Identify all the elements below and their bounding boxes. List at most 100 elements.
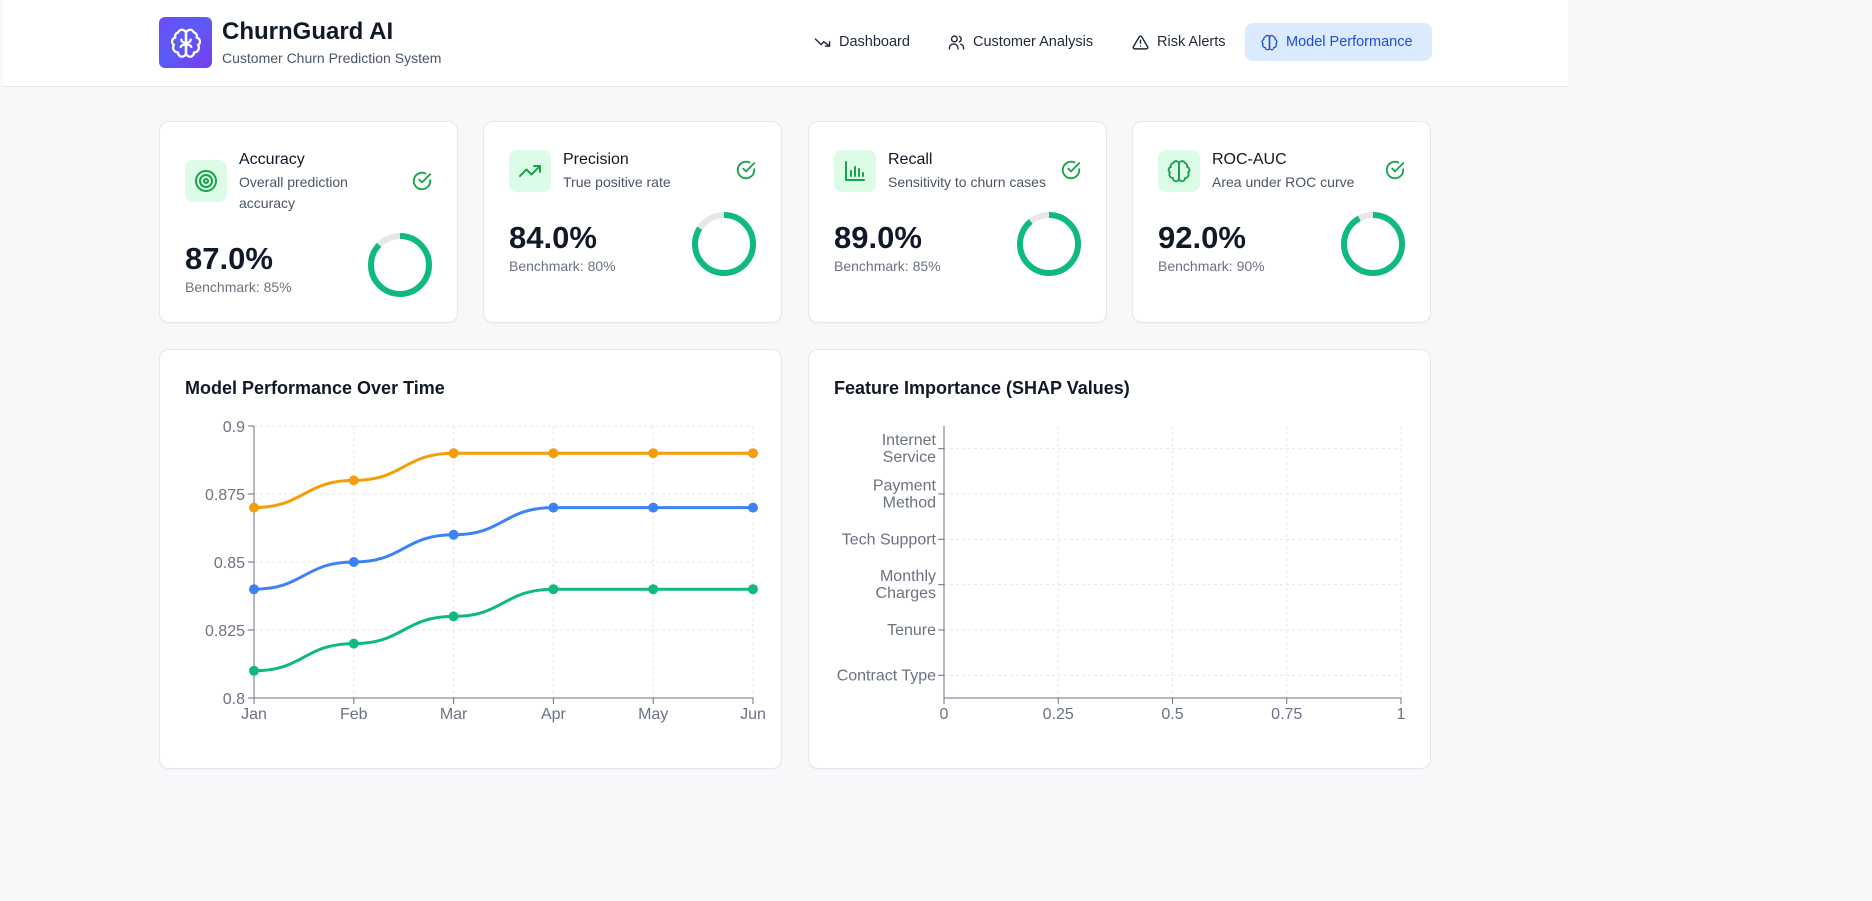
data-point[interactable] xyxy=(648,502,659,513)
x-tick-label: Mar xyxy=(440,706,468,723)
data-point[interactable] xyxy=(548,448,559,459)
metric-card-precision: Precision True positive rate 84.0% Bench… xyxy=(483,121,782,323)
metric-title: Recall xyxy=(888,151,933,168)
feature-importance-card: Feature Importance (SHAP Values) 0 0.25 0.… xyxy=(808,349,1431,769)
progress-ring xyxy=(368,233,432,297)
metric-value: 84.0% xyxy=(509,220,597,255)
brand-logo xyxy=(159,17,212,68)
x-tick-label: Apr xyxy=(541,706,567,723)
feature-importance-chart: 0 0.25 0.5 0.75 1 Internet Service Payment Metho… xyxy=(837,426,1406,723)
progress-ring xyxy=(1017,212,1081,276)
data-point[interactable] xyxy=(448,611,459,622)
y-tick-label: 0.9 xyxy=(223,419,245,436)
brand-title: ChurnGuard AI xyxy=(222,18,394,45)
nav-model-performance-label: Model Performance xyxy=(1286,34,1413,50)
metric-description: Overall prediction accuracy xyxy=(239,174,348,211)
metric-icon-box xyxy=(1158,150,1200,192)
data-point[interactable] xyxy=(548,584,559,595)
feature-chart-title: Feature Importance (SHAP Values) xyxy=(834,378,1130,398)
data-point[interactable] xyxy=(648,584,659,595)
nav-customer-analysis[interactable]: Customer Analysis xyxy=(932,23,1109,61)
data-point[interactable] xyxy=(348,475,359,486)
users-icon xyxy=(948,34,965,50)
nav-customer-analysis-label: Customer Analysis xyxy=(973,34,1094,50)
bar-chart-icon xyxy=(845,161,865,181)
nav-risk-alerts[interactable]: Risk Alerts xyxy=(1116,23,1242,61)
data-point[interactable] xyxy=(348,638,359,649)
check-circle-icon xyxy=(412,171,432,191)
alert-triangle-icon xyxy=(1132,34,1149,50)
metric-card-roc-auc: ROC-AUC Area under ROC curve 92.0% Bench… xyxy=(1132,121,1431,323)
data-point[interactable] xyxy=(249,665,259,676)
x-tick-label: 0.75 xyxy=(1271,706,1302,723)
brain-icon xyxy=(1167,160,1191,183)
metric-value: 87.0% xyxy=(185,241,273,276)
data-point[interactable] xyxy=(648,448,659,459)
x-tick-label: 1 xyxy=(1397,706,1406,723)
y-tick-label: Contract Type xyxy=(837,667,936,684)
x-tick-label: Jan xyxy=(241,706,267,723)
progress-ring xyxy=(692,212,756,276)
metric-benchmark: Benchmark: 85% xyxy=(834,258,941,274)
y-tick-label: Internet Service xyxy=(882,432,937,466)
nav-dashboard[interactable]: Dashboard xyxy=(798,23,926,61)
x-tick-label: 0 xyxy=(940,706,949,723)
check-circle-icon xyxy=(736,160,756,180)
metric-benchmark: Benchmark: 85% xyxy=(185,279,292,295)
metric-benchmark: Benchmark: 80% xyxy=(509,258,616,274)
nav-dashboard-label: Dashboard xyxy=(839,34,910,50)
x-tick-label: 0.5 xyxy=(1161,706,1183,723)
metric-benchmark: Benchmark: 90% xyxy=(1158,258,1265,274)
data-point[interactable] xyxy=(448,448,459,459)
y-tick-label: 0.875 xyxy=(205,487,245,504)
y-tick-label: Monthly Charges xyxy=(876,568,936,602)
performance-chart-title: Model Performance Over Time xyxy=(185,378,445,398)
metric-description: Sensitivity to churn cases xyxy=(888,174,1046,190)
data-point[interactable] xyxy=(748,502,758,513)
data-point[interactable] xyxy=(548,502,559,513)
metric-title: Accuracy xyxy=(239,151,305,168)
data-point[interactable] xyxy=(748,584,758,595)
metric-icon-box xyxy=(509,150,551,192)
trend-down-icon xyxy=(814,37,831,47)
data-point[interactable] xyxy=(249,502,259,513)
metric-card-accuracy: Accuracy Overall prediction accuracy 87.… xyxy=(159,121,458,323)
metric-value: 92.0% xyxy=(1158,220,1246,255)
x-tick-label: Feb xyxy=(340,706,368,723)
metric-title: Precision xyxy=(563,151,629,168)
performance-line-chart: 0.80.8250.850.8750.9Jan Feb Mar Apr May Jun xyxy=(205,419,766,723)
progress-ring-fill xyxy=(1017,212,1081,276)
nav-risk-alerts-label: Risk Alerts xyxy=(1157,34,1226,50)
target-icon xyxy=(195,170,217,192)
data-point[interactable] xyxy=(249,584,259,595)
data-point[interactable] xyxy=(748,448,758,459)
check-circle-icon xyxy=(1061,160,1081,180)
y-tick-label: Payment Method xyxy=(873,478,937,512)
nav-model-performance[interactable]: Model Performance xyxy=(1245,23,1432,61)
brain-icon xyxy=(1261,34,1278,50)
x-tick-label: 0.25 xyxy=(1043,706,1074,723)
performance-chart-card: Model Performance Over Time 0.8 0.825 0.85… xyxy=(159,349,782,769)
metric-description: True positive rate xyxy=(563,174,671,190)
brain-icon xyxy=(170,28,201,58)
metric-value: 89.0% xyxy=(834,220,922,255)
brand-subtitle: Customer Churn Prediction System xyxy=(222,50,442,66)
check-circle-icon xyxy=(1385,160,1405,180)
series-line-0 xyxy=(253,451,753,510)
x-tick-label: Jun xyxy=(740,706,766,723)
y-tick-label: 0.85 xyxy=(214,555,245,572)
data-point[interactable] xyxy=(448,529,459,540)
trending-up-icon xyxy=(519,165,541,177)
progress-ring-fill xyxy=(1341,212,1405,276)
progress-ring xyxy=(1341,212,1405,276)
series-line-1 xyxy=(253,506,753,591)
metric-icon-box xyxy=(185,160,227,202)
y-tick-label: Tech Support xyxy=(842,531,937,548)
y-tick-label: 0.825 xyxy=(205,623,245,640)
metric-description: Area under ROC curve xyxy=(1212,174,1355,190)
metric-icon-box xyxy=(834,150,876,192)
y-tick-label: Tenure xyxy=(887,622,936,639)
x-tick-label: May xyxy=(638,706,668,723)
top-header: ChurnGuard AI Customer Churn Prediction … xyxy=(3,0,1568,87)
data-point[interactable] xyxy=(348,557,359,567)
